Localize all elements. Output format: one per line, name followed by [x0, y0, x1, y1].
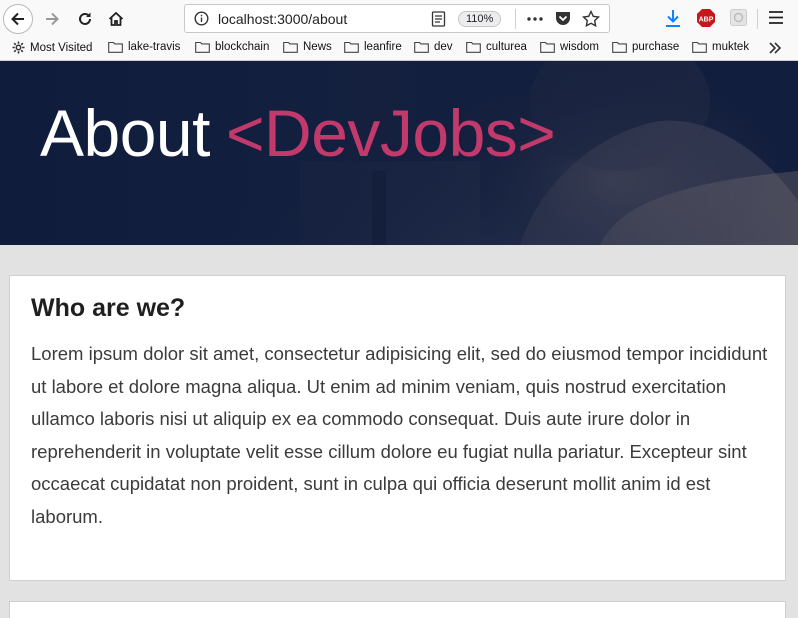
folder-icon: [466, 41, 481, 53]
folder-icon: [692, 41, 707, 53]
bookmark-folder[interactable]: lake-travis: [108, 41, 180, 53]
forward-button[interactable]: [37, 4, 67, 34]
url-bar-divider: [515, 9, 516, 29]
folder-icon: [612, 41, 627, 53]
brand-name: <DevJobs>: [225, 96, 556, 170]
chevrons-right-icon[interactable]: [768, 41, 782, 55]
bookmark-label: dev: [434, 41, 453, 53]
bookmark-folder[interactable]: wisdom: [540, 41, 599, 53]
bookmark-folder[interactable]: leanfire: [344, 41, 402, 53]
hamburger-menu-icon[interactable]: [767, 9, 785, 26]
bookmark-label: purchase: [632, 41, 680, 53]
folder-icon: [195, 41, 210, 53]
folder-icon: [108, 41, 123, 53]
back-button[interactable]: [3, 4, 33, 34]
home-button[interactable]: [101, 4, 131, 34]
bookmark-label: blockchain: [215, 41, 270, 53]
star-icon[interactable]: [582, 10, 600, 27]
bookmark-label: culturea: [486, 41, 527, 53]
extension-icon[interactable]: [729, 8, 748, 27]
about-section-card: Who are we? Lorem ipsum dolor sit amet, …: [9, 275, 786, 581]
bookmark-label: News: [303, 41, 332, 53]
bookmark-folder[interactable]: News: [283, 41, 332, 53]
hero-banner: About <DevJobs>: [0, 61, 798, 245]
zoom-level-button[interactable]: 110%: [458, 11, 502, 27]
folder-icon: [414, 41, 429, 53]
bookmark-folder[interactable]: dev: [414, 41, 453, 53]
home-icon: [108, 11, 124, 26]
gear-icon: [12, 41, 25, 54]
back-arrow-icon: [11, 12, 24, 26]
page-title: About <DevJobs>: [40, 95, 556, 171]
adblock-icon[interactable]: ABP: [696, 8, 716, 28]
reload-button[interactable]: [70, 4, 100, 34]
section-heading: Who are we?: [31, 294, 186, 322]
reload-icon: [79, 12, 91, 25]
bookmark-label: wisdom: [560, 41, 599, 53]
bookmark-label: Most Visited: [30, 41, 93, 54]
toolbar-divider: [757, 9, 758, 29]
download-icon[interactable]: [664, 9, 682, 28]
more-icon[interactable]: [526, 11, 544, 27]
folder-icon: [283, 41, 298, 53]
url-text[interactable]: localhost:3000/about: [218, 11, 347, 27]
section-body: Lorem ipsum dolor sit amet, consectetur …: [31, 343, 768, 527]
bookmark-folder[interactable]: muktek: [692, 41, 749, 53]
info-icon[interactable]: [194, 11, 209, 26]
bookmark-folder[interactable]: blockchain: [195, 41, 269, 53]
forward-arrow-icon: [46, 12, 59, 26]
folder-icon: [540, 41, 555, 53]
bookmark-most-visited[interactable]: Most Visited: [12, 41, 92, 54]
svg-text:ABP: ABP: [699, 16, 714, 23]
bookmark-folder[interactable]: purchase: [612, 41, 679, 53]
url-bar[interactable]: localhost:3000/about 110%: [184, 4, 610, 33]
bookmark-label: muktek: [712, 41, 750, 53]
bookmark-label: leanfire: [364, 41, 402, 53]
reader-view-icon[interactable]: [431, 11, 446, 27]
folder-icon: [344, 41, 359, 53]
bookmark-folder[interactable]: culturea: [466, 41, 527, 53]
page-title-about: About: [40, 96, 210, 170]
next-section-card: [9, 601, 786, 618]
browser-toolbar: localhost:3000/about 110% ABP: [0, 0, 798, 37]
bookmarks-toolbar: Most Visited lake-travis blockchain News…: [0, 37, 798, 61]
pocket-icon[interactable]: [554, 10, 572, 27]
bookmark-label: lake-travis: [128, 41, 181, 53]
